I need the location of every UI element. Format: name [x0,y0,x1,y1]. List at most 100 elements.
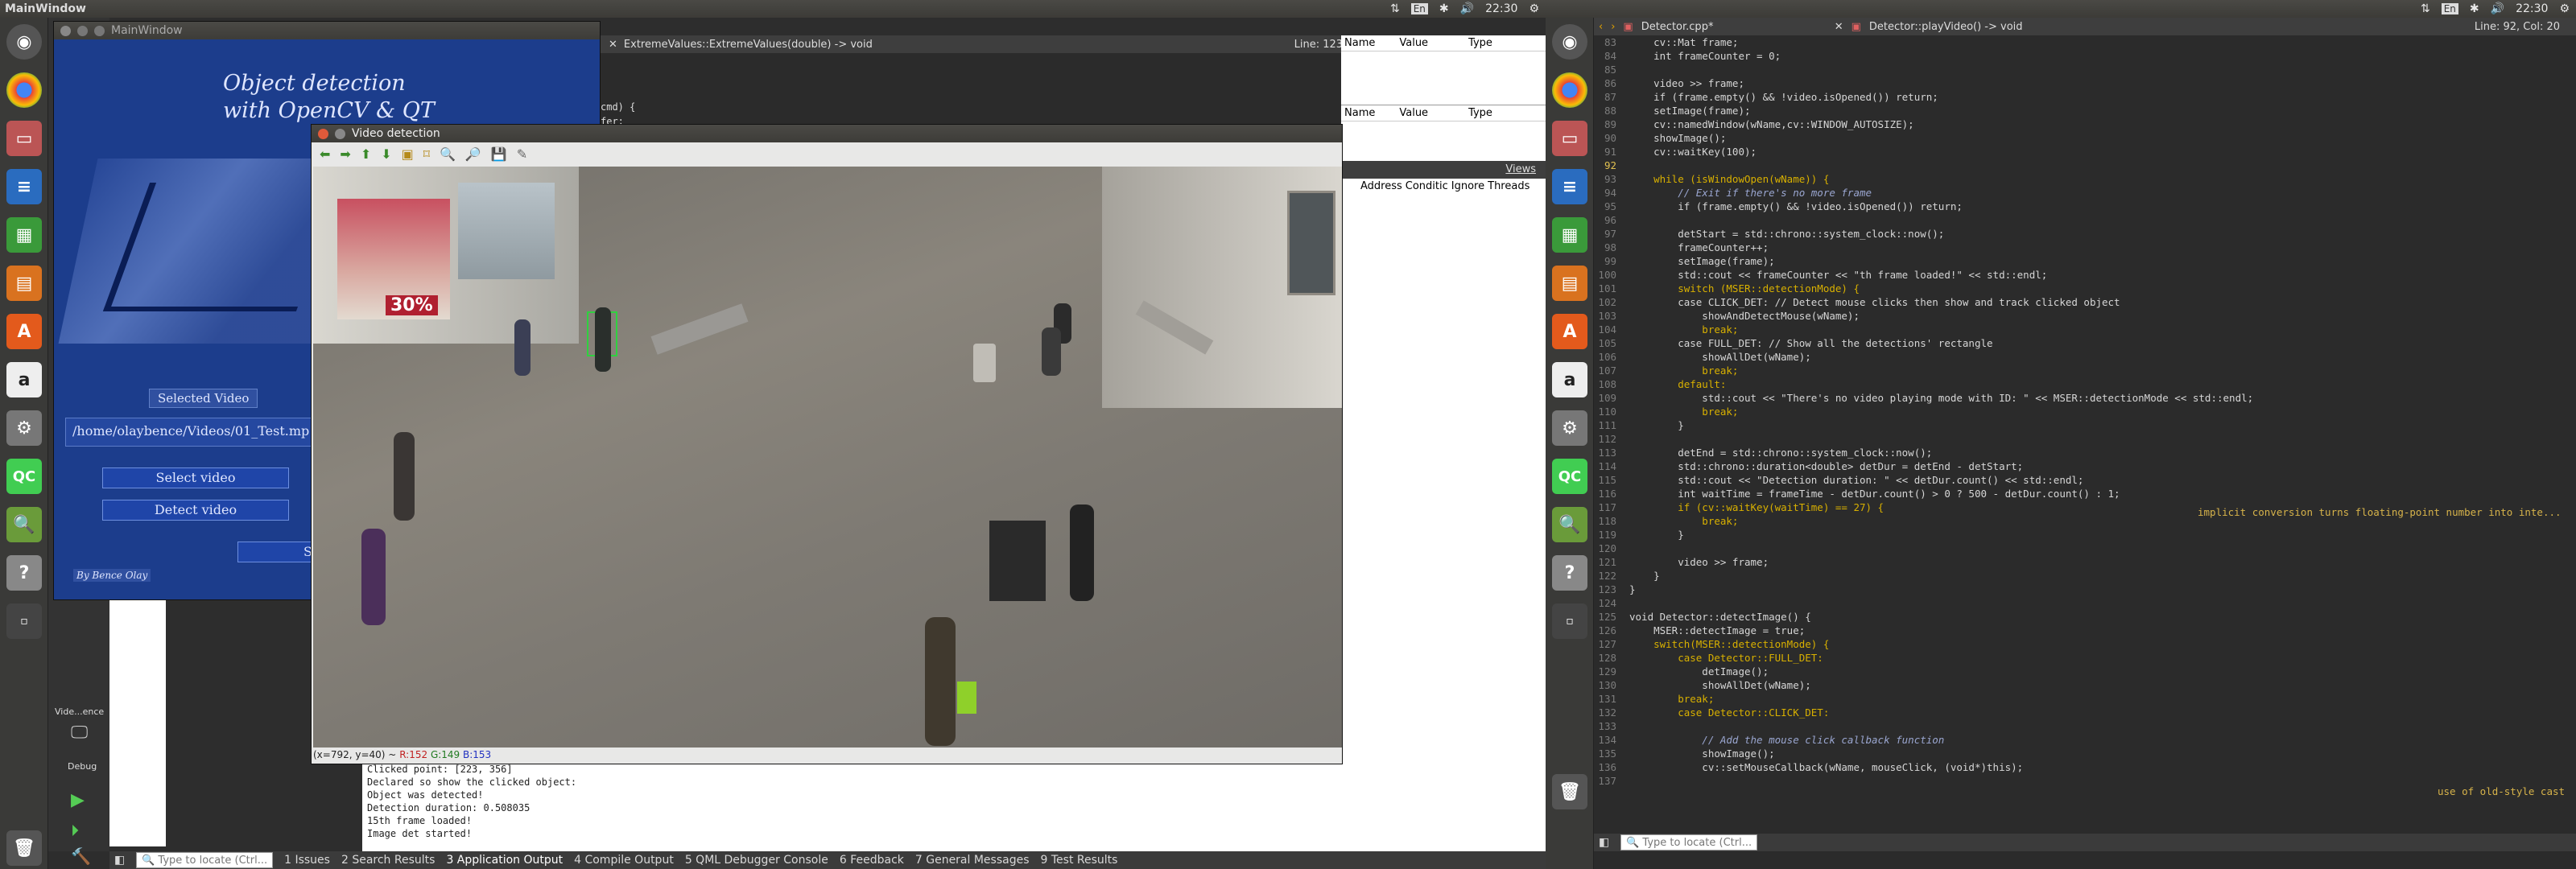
line-number[interactable]: 97 [1597,227,1629,241]
nav-back-icon[interactable]: ‹ [1599,21,1603,33]
line-number[interactable]: 83 [1597,35,1629,49]
keyboard-lang-indicator[interactable]: En [1410,3,1428,14]
search-tool-icon[interactable]: 🔍 [1552,507,1587,542]
line-number[interactable]: 85 [1597,63,1629,76]
line-number[interactable]: 87 [1597,90,1629,104]
impress-icon[interactable]: ▤ [1552,266,1587,301]
zoom-area-icon[interactable]: ⌑ [423,146,430,162]
tab-application-output[interactable]: 3 Application Output [446,854,563,867]
dash-home-icon[interactable]: ◉ [1552,24,1587,60]
line-number[interactable]: 106 [1597,350,1629,364]
minimize-icon[interactable] [77,25,88,36]
views-button[interactable]: Views [1505,163,1536,175]
line-number[interactable]: 117 [1597,500,1629,514]
trash-icon[interactable]: 🗑 [6,830,42,866]
line-number[interactable]: 126 [1597,624,1629,637]
locate-input[interactable]: 🔍 Type to locate (Ctrl... [136,852,274,868]
pan-down-icon[interactable]: ⬇ [381,146,391,162]
column-header[interactable]: Type [1468,37,1492,49]
line-number[interactable]: 96 [1597,213,1629,227]
column-header[interactable]: Conditic [1406,180,1448,192]
pan-up-icon[interactable]: ⬆ [361,146,371,162]
line-number[interactable]: 115 [1597,473,1629,487]
line-number[interactable]: 113 [1597,446,1629,459]
system-settings-icon[interactable]: ⚙ [6,410,42,446]
line-number[interactable]: 119 [1597,528,1629,542]
line-number[interactable]: 116 [1597,487,1629,500]
trash-icon[interactable]: 🗑 [1552,774,1587,809]
amazon-icon[interactable]: a [1552,362,1587,397]
line-number[interactable]: 135 [1597,747,1629,760]
save-icon[interactable]: 💾 [491,146,507,162]
line-number[interactable]: 122 [1597,569,1629,583]
tab-search-results[interactable]: 2 Search Results [341,854,435,867]
line-number[interactable]: 102 [1597,295,1629,309]
line-number[interactable]: 137 [1597,774,1629,788]
line-number[interactable]: 123 [1597,583,1629,596]
line-number[interactable]: 103 [1597,309,1629,323]
line-number[interactable]: 136 [1597,760,1629,774]
line-number[interactable]: 100 [1597,268,1629,282]
writer-icon[interactable]: ≡ [1552,169,1587,204]
line-number[interactable]: 112 [1597,432,1629,446]
function-combo[interactable]: ExtremeValues::ExtremeValues(double) -> … [624,39,873,51]
close-icon[interactable] [318,128,328,139]
column-header[interactable]: Address [1360,180,1402,192]
tab-compile-output[interactable]: 4 Compile Output [574,854,674,867]
bluetooth-icon[interactable]: ✱ [1439,2,1449,15]
line-number[interactable]: 88 [1597,104,1629,117]
build-icon[interactable]: 🔨 [71,846,91,866]
chrome-icon[interactable] [6,72,42,108]
tab-test-results[interactable]: 9 Test Results [1041,854,1118,867]
column-header[interactable]: Value [1399,37,1428,49]
column-header[interactable]: Name [1344,37,1375,49]
clock[interactable]: 22:30 [2516,2,2548,15]
line-number[interactable]: 107 [1597,364,1629,377]
nav-forward-icon[interactable]: › [1611,21,1615,33]
column-header[interactable]: Threads [1488,180,1530,192]
maximize-icon[interactable] [94,25,105,36]
pan-right-icon[interactable]: ➡ [340,146,350,162]
workspace-icon[interactable]: ▫ [6,603,42,639]
column-header[interactable]: Type [1468,107,1492,119]
line-number[interactable]: 95 [1597,200,1629,213]
function-combo[interactable]: Detector::playVideo() -> void [1869,21,2023,33]
line-number[interactable]: 89 [1597,117,1629,131]
qt-creator-icon[interactable]: QC [1552,459,1587,494]
software-center-icon[interactable]: A [6,314,42,349]
calc-icon[interactable]: ▦ [6,217,42,253]
volume-icon[interactable]: 🔊 [2491,2,2504,15]
tab-general-messages[interactable]: 7 General Messages [915,854,1030,867]
column-header[interactable]: Ignore [1451,180,1484,192]
line-number[interactable]: 130 [1597,678,1629,692]
tab-issues[interactable]: 1 Issues [284,854,330,867]
bluetooth-icon[interactable]: ✱ [2470,2,2479,15]
amazon-icon[interactable]: a [6,362,42,397]
line-number[interactable]: 118 [1597,514,1629,528]
tab-feedback[interactable]: 6 Feedback [840,854,904,867]
line-number[interactable]: 127 [1597,637,1629,651]
impress-icon[interactable]: ▤ [6,266,42,301]
system-settings-icon[interactable]: ⚙ [1552,410,1587,446]
line-number[interactable]: 93 [1597,172,1629,186]
close-doc-icon[interactable]: ✕ [609,39,617,51]
dash-home-icon[interactable]: ◉ [6,24,42,60]
line-number[interactable]: 129 [1597,665,1629,678]
column-header[interactable]: Name [1344,107,1375,119]
line-number[interactable]: 131 [1597,692,1629,706]
toggle-sidebar-icon[interactable]: ◧ [114,854,125,867]
file-name-combo[interactable]: Detector.cpp* [1641,21,1827,33]
debug-run-icon[interactable]: ⏵ [71,821,79,840]
line-number[interactable]: 92 [1597,159,1629,172]
run-icon[interactable]: ▶ [71,790,85,810]
clock[interactable]: 22:30 [1485,2,1517,15]
extra-button[interactable]: S [237,542,318,562]
file-manager-icon[interactable]: ▭ [1552,121,1587,156]
line-number[interactable]: 125 [1597,610,1629,624]
chrome-icon[interactable] [1552,72,1587,108]
code-editor[interactable]: 83 cv::Mat frame; 84 int frameCounter = 0… [1594,35,2576,821]
close-doc-icon[interactable]: ✕ [1835,21,1843,33]
line-number[interactable]: 132 [1597,706,1629,719]
writer-icon[interactable]: ≡ [6,169,42,204]
qt-creator-icon[interactable]: QC [6,459,42,494]
